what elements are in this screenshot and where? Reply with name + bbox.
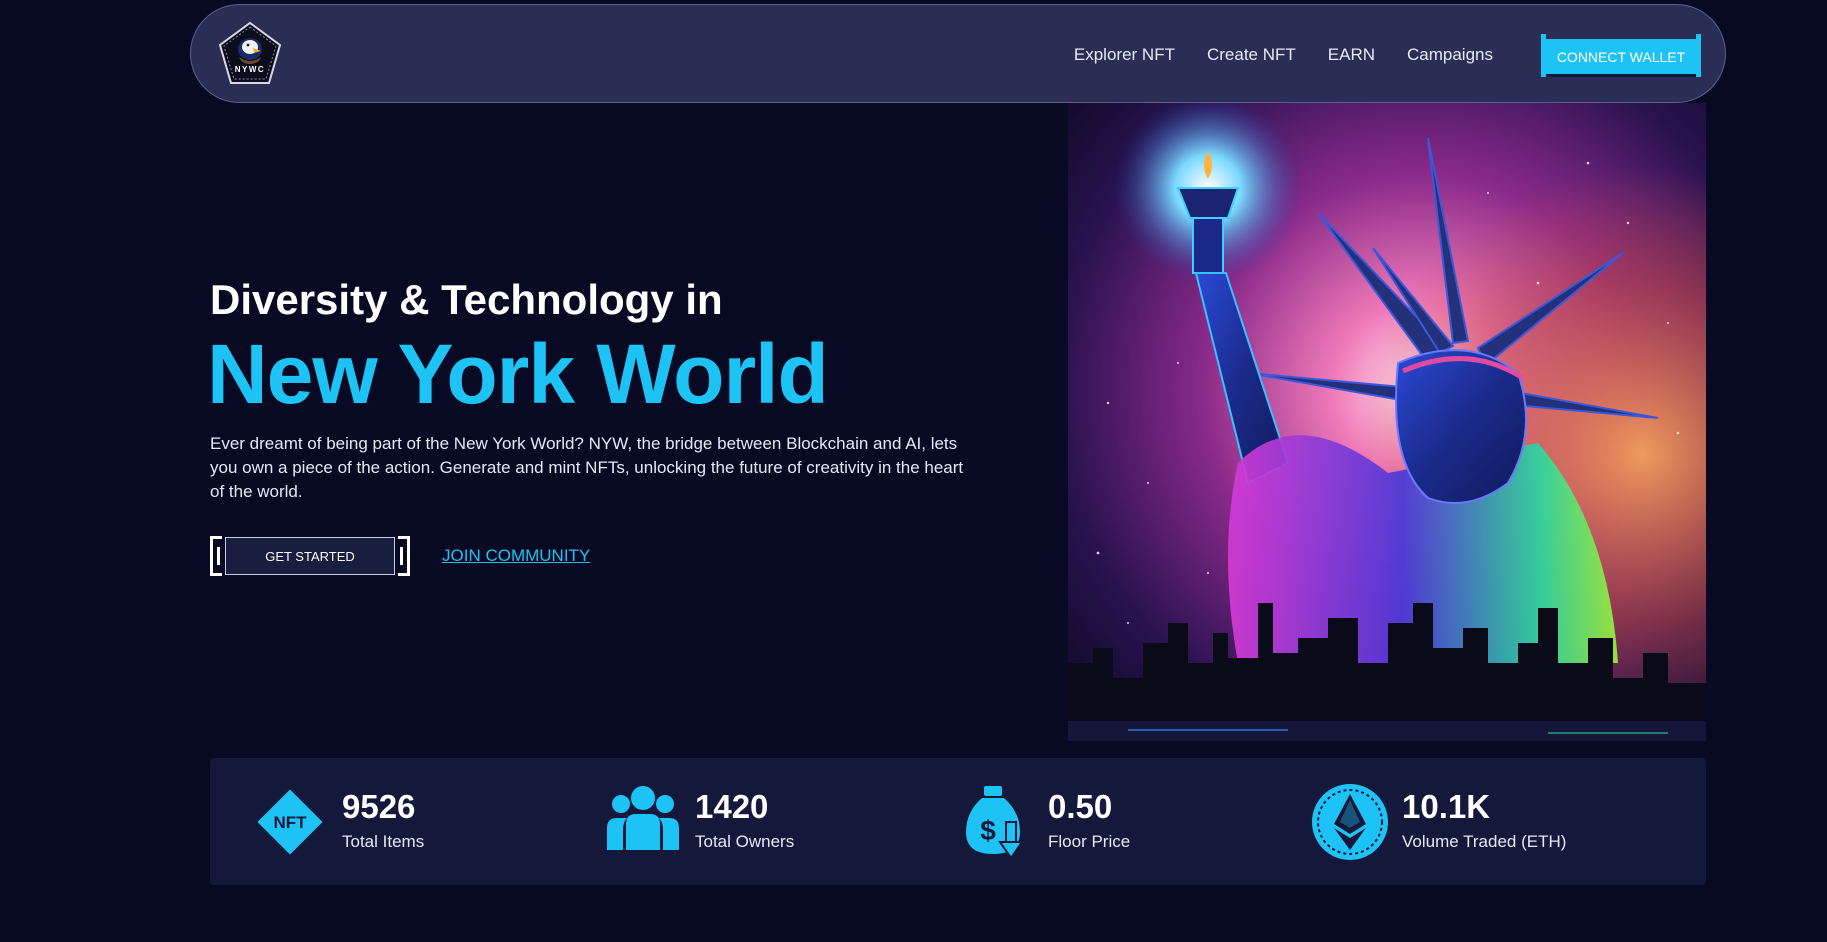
logo-emblem-icon bbox=[218, 21, 282, 84]
button-bracket-right bbox=[398, 536, 410, 576]
stat-label: Volume Traded (ETH) bbox=[1402, 832, 1567, 851]
money-bag-icon: $ bbox=[956, 782, 1036, 862]
hero-title: New York World bbox=[207, 327, 829, 421]
ethereum-icon bbox=[1310, 782, 1390, 862]
nav-link-earn[interactable]: EARN bbox=[1328, 45, 1375, 65]
stat-value: 9526 bbox=[342, 788, 416, 825]
logo-text: NYWC bbox=[234, 65, 266, 74]
get-started-button[interactable]: GET STARTED bbox=[210, 536, 410, 576]
nav-link-create-nft[interactable]: Create NFT bbox=[1207, 45, 1296, 65]
top-navbar: NYWC Explorer NFT Create NFT EARN Campai… bbox=[190, 4, 1726, 103]
stats-bar: NFT 9526 Total Items 1420 Total Owners $ bbox=[210, 758, 1706, 885]
stat-value: 10.1K bbox=[1402, 788, 1491, 825]
nywc-logo[interactable]: NYWC bbox=[217, 21, 283, 87]
stat-value: 1420 bbox=[695, 788, 769, 825]
stat-value: 0.50 bbox=[1048, 788, 1113, 825]
hero-description: Ever dreamt of being part of the New Yor… bbox=[210, 434, 964, 501]
stat-label: Floor Price bbox=[1048, 832, 1131, 851]
nft-diamond-icon: NFT bbox=[250, 782, 330, 862]
join-community-link[interactable]: JOIN COMMUNITY bbox=[442, 546, 590, 566]
connect-wallet-label: CONNECT WALLET bbox=[1546, 39, 1696, 74]
stat-label: Total Items bbox=[342, 832, 425, 851]
hero-illustration-statue-of-liberty bbox=[1068, 103, 1706, 741]
button-bracket-right bbox=[1696, 34, 1701, 77]
connect-wallet-button[interactable]: CONNECT WALLET bbox=[1541, 34, 1701, 77]
stat-label: Total Owners bbox=[695, 832, 795, 851]
nav-link-explorer-nft[interactable]: Explorer NFT bbox=[1074, 45, 1175, 65]
nav-links: Explorer NFT Create NFT EARN Campaigns bbox=[1074, 5, 1493, 104]
hero-subtitle: Diversity & Technology in bbox=[210, 276, 723, 323]
svg-text:NFT: NFT bbox=[273, 813, 307, 832]
nav-link-campaigns[interactable]: Campaigns bbox=[1407, 45, 1493, 65]
users-icon bbox=[603, 782, 683, 862]
statue-of-liberty-image bbox=[1068, 103, 1706, 741]
button-bracket-left bbox=[210, 536, 222, 576]
svg-text:$: $ bbox=[980, 815, 996, 846]
get-started-label: GET STARTED bbox=[225, 537, 395, 575]
